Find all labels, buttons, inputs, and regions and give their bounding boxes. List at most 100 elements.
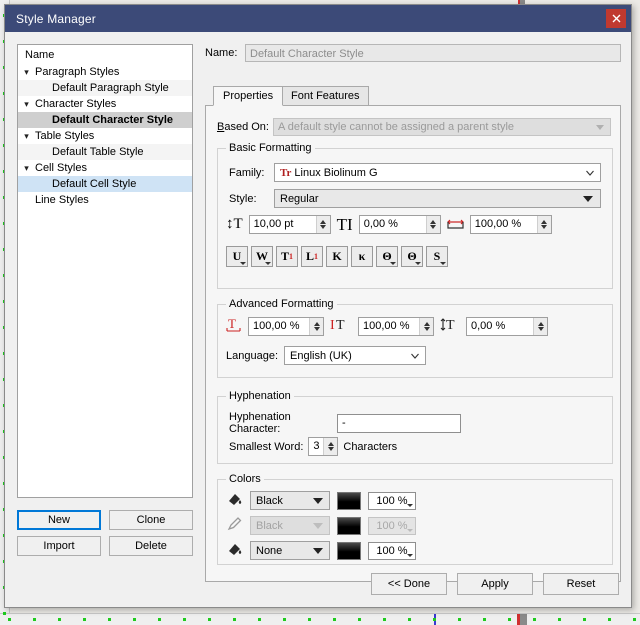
tab-properties[interactable]: Properties (213, 86, 284, 106)
shade-input[interactable]: 100 % (368, 491, 416, 510)
new-button[interactable]: New (17, 510, 101, 530)
based-on-value: A default style cannot be assigned a par… (278, 121, 515, 133)
close-icon[interactable] (606, 9, 626, 28)
tab-strip: Properties Font Features (205, 86, 621, 106)
tree-item-label: Table Styles (35, 130, 95, 142)
tree-item-line-styles[interactable]: Line Styles (18, 192, 192, 208)
name-label: Name: (205, 47, 238, 59)
tree-item-paragraph-styles[interactable]: ▾ Paragraph Styles (18, 64, 192, 80)
spinner-arrows[interactable] (425, 216, 440, 233)
color-value: Black (256, 495, 283, 507)
spinner-arrows[interactable] (533, 317, 547, 335)
color-row: None 100 % (226, 541, 416, 560)
dialog-buttons: << Done Apply Reset (371, 573, 619, 595)
tree-item-default-cell-style[interactable]: Default Cell Style (18, 176, 192, 192)
tree-item-character-styles[interactable]: ▾ Character Styles (18, 96, 192, 112)
tree-item-default-table-style[interactable]: Default Table Style (18, 144, 192, 160)
delete-button[interactable]: Delete (109, 536, 193, 556)
language-value: English (UK) (290, 350, 352, 362)
underline-words-button[interactable]: W (251, 246, 273, 267)
hyphenation-character-input[interactable]: - (337, 413, 461, 433)
ruler-tick (583, 618, 586, 621)
font-family-value: Linux Biolinum G (294, 167, 378, 179)
ruler-tick (283, 618, 286, 621)
tree-item-label: Default Cell Style (52, 178, 137, 190)
chevron-down-icon (265, 262, 271, 265)
spinner-arrows[interactable] (315, 216, 330, 233)
effect-glyph: κ (358, 249, 366, 263)
font-family-select[interactable]: Tr Linux Biolinum G (274, 163, 601, 182)
font-size-spinner[interactable]: 10,00 pt (248, 215, 331, 234)
clone-button[interactable]: Clone (109, 510, 193, 530)
tree-item-label: Default Table Style (52, 146, 144, 158)
outline-button[interactable]: Θ (376, 246, 398, 267)
width-scale-value: 100,00 % (474, 218, 522, 230)
ruler-tick (83, 618, 86, 621)
language-select[interactable]: English (UK) (284, 346, 426, 365)
all-caps-button[interactable]: K (326, 246, 348, 267)
ruler-tick (533, 618, 536, 621)
tree-item-cell-styles[interactable]: ▾ Cell Styles (18, 160, 192, 176)
tab-font-features[interactable]: Font Features (281, 86, 370, 106)
apply-button[interactable]: Apply (457, 573, 533, 595)
color-select[interactable]: Black (250, 491, 330, 510)
font-size-icon: ↕T (226, 216, 243, 232)
hyphenation-character-label: Hyphenation Character: (229, 411, 291, 435)
chevron-down-icon (583, 196, 593, 202)
color-select: Black (250, 516, 330, 535)
advanced-formatting-legend: Advanced Formatting (226, 298, 337, 310)
chevron-down-icon (240, 262, 246, 265)
ruler-tick (33, 618, 36, 621)
strikethrough-button[interactable]: S (426, 246, 448, 267)
characters-label: Characters (343, 440, 398, 453)
tracking-spinner[interactable]: 0,00 % (358, 215, 441, 234)
spinner-arrows[interactable] (536, 216, 551, 233)
underline-button[interactable]: U (226, 246, 248, 267)
smallest-word-spinner[interactable]: 3 (308, 437, 339, 456)
spinner-arrows[interactable] (309, 317, 323, 335)
import-button[interactable]: Import (17, 536, 101, 556)
language-label: Language: (226, 349, 278, 362)
scale-width-value: 100,00 % (363, 319, 410, 332)
spinner-arrows[interactable] (419, 317, 433, 335)
chevron-down-icon[interactable]: ▾ (18, 64, 35, 80)
small-caps-button[interactable]: κ (351, 246, 373, 267)
spinner-arrows[interactable] (323, 438, 338, 455)
chevron-down-icon[interactable]: ▾ (18, 160, 35, 176)
background-color-icon (226, 542, 243, 560)
reset-button[interactable]: Reset (543, 573, 619, 595)
effect-marker: 1 (289, 252, 293, 261)
ruler-tick (433, 618, 436, 621)
shade-input[interactable]: 100 % (368, 541, 416, 560)
stroke-color-icon (226, 516, 243, 535)
name-input[interactable]: Default Character Style (245, 44, 621, 62)
scale-width-spinner[interactable]: 100,00 % (358, 316, 434, 336)
shadow-button[interactable]: Θ (401, 246, 423, 267)
width-scale-spinner[interactable]: 100,00 % (469, 215, 552, 234)
baseline-offset-spinner[interactable]: 0,00 % (466, 316, 548, 336)
color-row: Black 100 % (226, 491, 416, 510)
tree-item-table-styles[interactable]: ▾ Table Styles (18, 128, 192, 144)
subscript-button[interactable]: T1 (276, 246, 298, 267)
tree-item-default-character-style[interactable]: Default Character Style (18, 112, 192, 128)
font-style-select[interactable]: Regular (274, 189, 601, 208)
color-value: None (256, 545, 283, 557)
basic-formatting-group: Basic Formatting Family: Tr Linux Biolinu… (217, 142, 613, 289)
chevron-down-icon (407, 503, 413, 507)
svg-text:T: T (446, 318, 455, 333)
baseline-offset-value: 0,00 % (471, 319, 506, 332)
effect-marker: 1 (314, 252, 318, 261)
styles-tree[interactable]: Name ▾ Paragraph Styles Default Paragraph … (17, 44, 193, 498)
done-button[interactable]: << Done (371, 573, 447, 595)
color-swatch (337, 516, 361, 535)
dialog-titlebar[interactable]: Style Manager (5, 5, 631, 32)
tree-item-default-paragraph-style[interactable]: Default Paragraph Style (18, 80, 192, 96)
dialog-body: Name ▾ Paragraph Styles Default Paragraph … (5, 32, 631, 607)
scale-height-spinner[interactable]: 100,00 % (248, 316, 324, 336)
chevron-down-icon (390, 262, 396, 265)
ruler-tick (408, 618, 411, 621)
color-select[interactable]: None (250, 541, 330, 560)
superscript-button[interactable]: L1 (301, 246, 323, 267)
chevron-down-icon[interactable]: ▾ (18, 96, 35, 112)
chevron-down-icon[interactable]: ▾ (18, 128, 35, 144)
